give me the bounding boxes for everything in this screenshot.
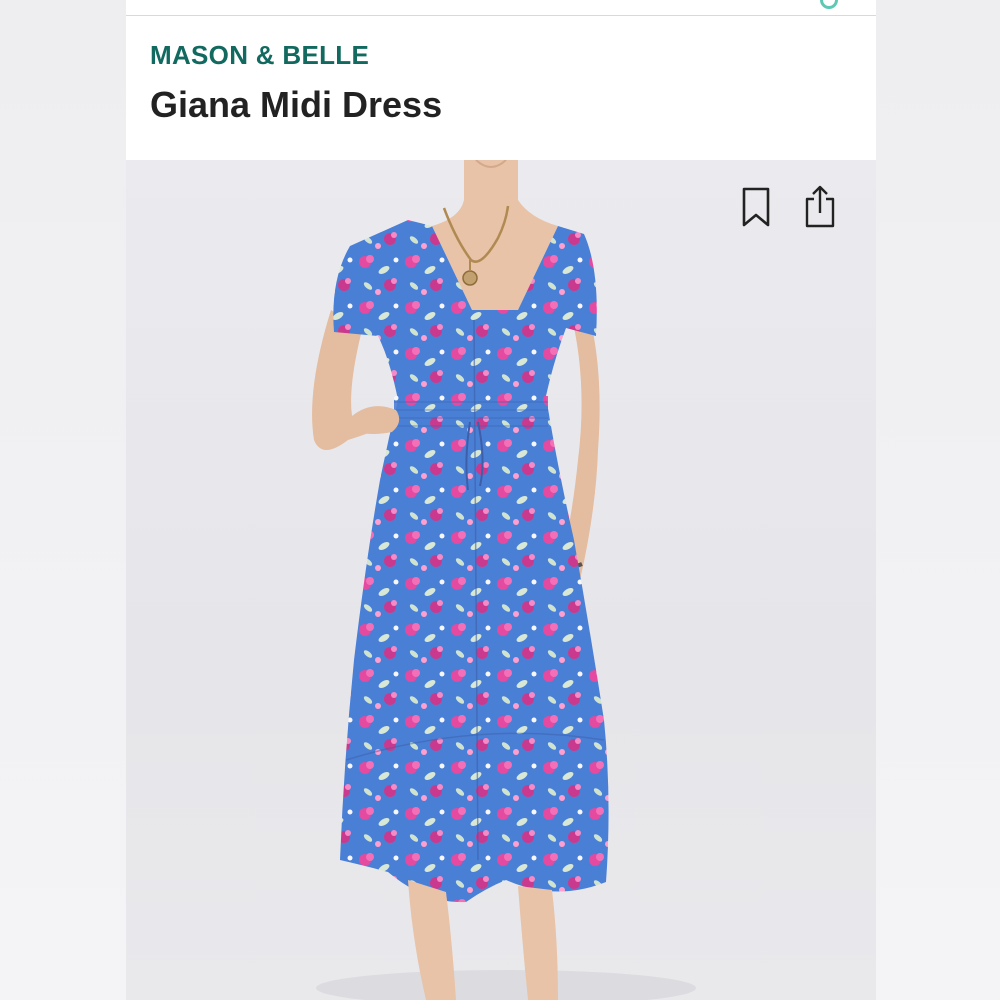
product-image[interactable]	[126, 160, 876, 1000]
status-indicator-icon	[820, 0, 838, 9]
share-icon	[805, 185, 835, 228]
brand-name[interactable]: MASON & BELLE	[150, 40, 369, 71]
header-divider	[126, 15, 876, 16]
product-card: MASON & BELLE Giana Midi Dress	[126, 0, 876, 1000]
bookmark-icon	[742, 187, 770, 227]
model-wearing-dress	[312, 160, 696, 1000]
save-button[interactable]	[736, 182, 776, 232]
background-right	[874, 0, 1000, 1000]
share-button[interactable]	[800, 182, 840, 232]
product-title: Giana Midi Dress	[150, 84, 443, 125]
background-left	[0, 0, 126, 1000]
